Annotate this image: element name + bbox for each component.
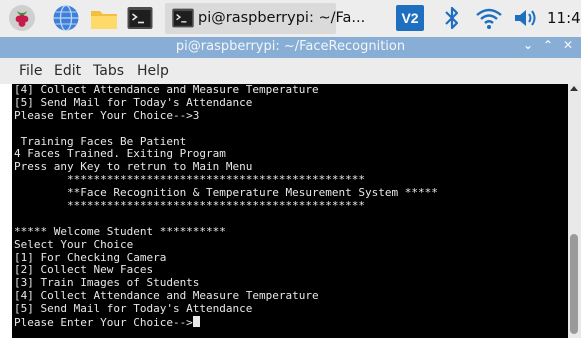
menu-bar: File Edit Tabs Help: [0, 58, 581, 84]
window-title: pi@raspberrypi: ~/FaceRecognition: [175, 39, 406, 54]
terminal-line: ***** Welcome Student **********: [14, 224, 226, 238]
terminal-prompt: Please Enter Your Choice-->: [14, 316, 193, 330]
terminal-prompt-line[interactable]: Please Enter Your Choice-->: [14, 316, 438, 329]
terminal-line: [4] Collect Attendance and Measure Tempe…: [14, 84, 319, 96]
web-browser-icon[interactable]: [52, 4, 80, 32]
scroll-up-arrow-icon[interactable]: [570, 86, 578, 91]
menu-edit[interactable]: Edit: [54, 63, 81, 79]
menu-file[interactable]: File: [19, 63, 42, 79]
raspberry-menu-icon[interactable]: [8, 4, 36, 32]
minimize-icon[interactable]: ⌄: [523, 38, 533, 52]
taskbar: pi@raspberrypi: ~/Fa... V2 11:40: [0, 0, 581, 37]
terminal-cursor: [192, 316, 200, 328]
vnc-icon[interactable]: V2: [396, 5, 424, 31]
terminal-line: ****************************************…: [14, 199, 365, 213]
terminal-lines: [4] Collect Attendance and Measure Tempe…: [14, 84, 438, 329]
menu-help[interactable]: Help: [137, 63, 169, 79]
menu-tabs[interactable]: Tabs: [93, 63, 124, 79]
terminal-line: [5] Send Mail for Today's Attendance: [14, 95, 253, 109]
terminal-line: Please Enter Your Choice-->3: [14, 108, 200, 122]
terminal-line: Select Your Choice: [14, 237, 134, 251]
terminal-line: [5] Send Mail for Today's Attendance: [14, 302, 253, 316]
file-manager-icon[interactable]: [89, 4, 119, 32]
terminal-scrollbar[interactable]: [568, 84, 581, 338]
wifi-icon[interactable]: [474, 4, 504, 32]
terminal-output[interactable]: [4] Collect Attendance and Measure Tempe…: [12, 84, 568, 338]
volume-icon[interactable]: [512, 4, 540, 32]
close-icon[interactable]: ✕: [563, 38, 573, 52]
vnc-label: V2: [401, 10, 419, 26]
terminal-icon[interactable]: [126, 4, 154, 32]
bluetooth-icon[interactable]: [442, 4, 462, 32]
maximize-icon[interactable]: ⌃: [543, 38, 553, 52]
scrollbar-thumb[interactable]: [570, 234, 578, 334]
terminal-task-button[interactable]: pi@raspberrypi: ~/Fa...: [165, 3, 365, 34]
clock[interactable]: 11:40: [547, 9, 581, 27]
window-titlebar[interactable]: pi@raspberrypi: ~/FaceRecognition ⌄ ⌃ ✕: [0, 37, 581, 58]
terminal-icon: [172, 8, 194, 28]
task-button-label: pi@raspberrypi: ~/Fa...: [198, 10, 366, 26]
